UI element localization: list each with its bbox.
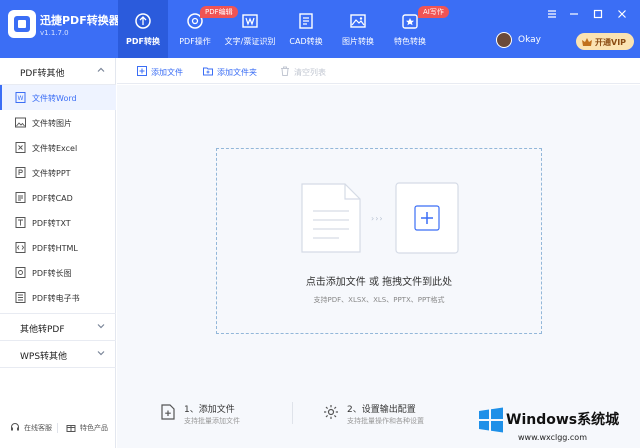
add-document-icon [395,182,459,254]
sidebar-item-label: PDF转长图 [32,269,72,278]
menu-icon[interactable] [546,8,558,20]
tab-image-convert[interactable]: 图片转换 [336,0,380,58]
watermark: Windows系统城 www.wxclgg.com [470,403,638,447]
chevron-up-icon [97,67,105,72]
vip-label: 开通VIP [595,38,627,47]
ai-write-badge[interactable]: AI写作 [418,6,449,18]
crown-icon [582,38,592,46]
sidebar-item-label: PDF转TXT [32,219,71,228]
excel-icon [15,142,26,153]
maximize-icon[interactable] [592,8,604,20]
divider [57,423,58,433]
txt-icon [15,217,26,228]
toolbar: 添加文件 添加文件夹 清空列表 [117,58,640,84]
sidebar: PDF转其他 W 文件转Word 文件转图片 文件转Excel 文件转PPT P… [0,58,116,448]
gift-icon [66,425,76,432]
chevron-down-icon [97,324,105,329]
sidebar-item-file-to-image[interactable]: 文件转图片 [0,110,116,135]
chevron-down-icon [97,351,105,356]
step-title: 1、添加文件 [184,405,235,415]
tab-label: CAD转换 [289,37,323,46]
sidebar-item-label: PDF转电子书 [32,294,80,303]
tab-label: 特色转换 [394,37,426,46]
html-icon [15,242,26,253]
tab-label: 图片转换 [342,37,374,46]
sidebar-item-pdf-to-html[interactable]: PDF转HTML [0,235,116,260]
minimize-icon[interactable] [568,8,580,20]
sidebar-item-label: 文件转Word [32,94,77,103]
convert-icon [135,13,151,29]
sidebar-item-pdf-to-cad[interactable]: PDF转CAD [0,185,116,210]
trash-icon [281,66,289,76]
supported-formats: 支持PDF、XLSX、XLS、PPTX、PPT格式 [313,296,445,304]
file-drop-zone[interactable]: ››› 点击添加文件 或 拖拽文件到此处 支持PDF、XLSX、XLS、PPTX… [216,148,542,334]
app-logo [8,10,36,38]
sidebar-item-pdf-to-ebook[interactable]: PDF转电子书 [0,285,116,310]
svg-text:W: W [18,95,24,102]
close-icon[interactable] [616,8,628,20]
windows-logo-icon [479,407,503,433]
title-bar: 迅捷PDF转换器 v1.1.7.0 PDF转换 PDF操作 文字/票证识别 CA… [0,0,640,58]
tab-label: PDF转换 [126,37,160,46]
add-file-label: 添加文件 [151,68,183,77]
online-service-label: 在线客服 [24,424,52,432]
ppt-icon [15,167,26,178]
divider [292,402,293,424]
word-icon: W [15,92,26,103]
watermark-title: Windows系统城 [506,412,620,428]
sidebar-item-label: 文件转图片 [32,119,72,128]
group-label: PDF转其他 [20,69,65,79]
sidebar-group-pdf-to-other[interactable]: PDF转其他 [0,58,116,84]
divider [0,367,116,368]
tab-cad-convert[interactable]: CAD转换 [284,0,328,58]
add-folder-label: 添加文件夹 [217,68,257,77]
sidebar-item-file-to-word[interactable]: W 文件转Word [0,85,116,110]
arrows-icon: ››› [371,214,384,223]
group-label: 其他转PDF [20,325,65,335]
sidebar-item-label: PDF转HTML [32,244,78,253]
cad-icon [299,13,313,29]
watermark-url: www.wxclgg.com [518,433,587,442]
drop-zone-instruction: 点击添加文件 或 拖拽文件到此处 [305,277,453,288]
group-label: WPS转其他 [20,352,68,362]
sidebar-group-wps-to-other[interactable]: WPS转其他 [0,341,116,367]
avatar[interactable] [496,32,512,48]
tab-label: 文字/票证识别 [224,37,276,46]
sidebar-group-other-to-pdf[interactable]: 其他转PDF [0,314,116,340]
step-description: 支持批量添加文件 [184,417,240,425]
vip-button[interactable]: 开通VIP [576,33,634,50]
headset-icon [11,423,19,431]
gear-icon [324,405,338,419]
add-folder-icon [203,67,213,76]
cad-file-icon [15,192,26,203]
ebook-icon [15,292,26,303]
sidebar-item-label: 文件转PPT [32,169,71,178]
sidebar-item-pdf-to-txt[interactable]: PDF转TXT [0,210,116,235]
long-image-icon [15,267,26,278]
sidebar-item-label: 文件转Excel [32,144,78,153]
add-file-icon [137,66,147,76]
sidebar-item-label: PDF转CAD [32,194,73,203]
image-icon [350,14,366,28]
pdf-edit-badge[interactable]: PDF编辑 [200,6,238,18]
tab-label: PDF操作 [179,37,211,46]
sidebar-item-file-to-ppt[interactable]: 文件转PPT [0,160,116,185]
app-title: 迅捷PDF转换器 [40,14,120,27]
clear-list-label: 清空列表 [294,68,326,77]
main-content: ››› 点击添加文件 或 拖拽文件到此处 支持PDF、XLSX、XLS、PPTX… [117,85,640,448]
picture-icon [15,117,26,128]
username: Okay [518,35,541,45]
add-file-step-icon [161,404,175,420]
document-icon [301,183,361,253]
scan-icon [242,14,258,28]
step-description: 支持批量操作和各种设置 [347,417,424,425]
step-title: 2、设置输出配置 [347,405,416,415]
star-icon [402,14,418,29]
sidebar-item-file-to-excel[interactable]: 文件转Excel [0,135,116,160]
featured-products-label: 特色产品 [80,424,108,432]
app-version: v1.1.7.0 [40,29,69,37]
sidebar-item-pdf-to-long-image[interactable]: PDF转长图 [0,260,116,285]
tab-pdf-convert[interactable]: PDF转换 [118,0,168,58]
